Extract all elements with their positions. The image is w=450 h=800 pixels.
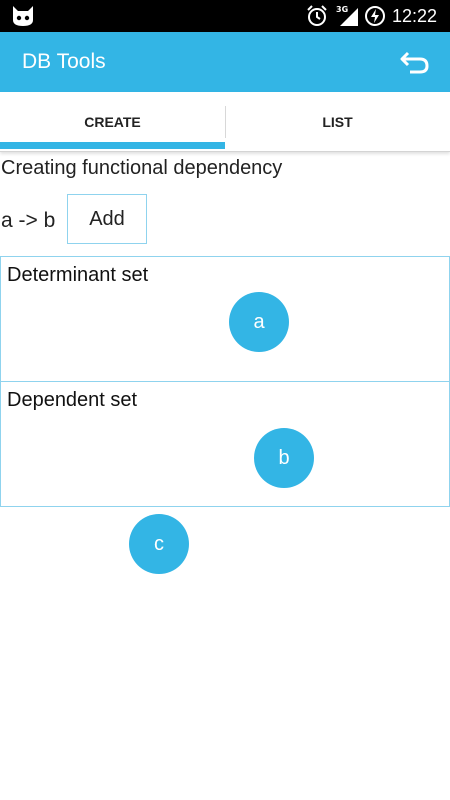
alarm-icon: [307, 5, 327, 26]
back-button[interactable]: [398, 47, 432, 77]
fd-expression: a -> b: [1, 209, 56, 232]
cyanogen-cat-icon: [13, 6, 33, 26]
add-button[interactable]: Add: [67, 194, 147, 244]
app-title: DB Tools: [22, 50, 106, 73]
page-heading: Creating functional dependency: [1, 157, 283, 179]
tab-selected-indicator: [0, 142, 225, 149]
battery-charging-icon: [365, 6, 385, 26]
app-bar: DB Tools: [0, 32, 450, 92]
determinant-set-label: Determinant set: [7, 264, 149, 286]
status-time: 12:22: [392, 6, 438, 26]
svg-text:3G: 3G: [336, 5, 348, 14]
tab-list[interactable]: LIST: [225, 92, 450, 151]
determinant-set-box[interactable]: Determinant set: [0, 256, 450, 382]
dependent-set-box[interactable]: Dependent set: [0, 381, 450, 507]
attribute-node-c[interactable]: c: [129, 514, 189, 574]
dependent-set-label: Dependent set: [7, 389, 138, 411]
attribute-node-a[interactable]: a: [229, 292, 289, 352]
undo-arrow-icon: [400, 51, 429, 74]
attribute-node-b[interactable]: b: [254, 428, 314, 488]
status-bar: 3G 12:22: [0, 0, 450, 32]
signal-icon: 3G: [336, 5, 358, 26]
